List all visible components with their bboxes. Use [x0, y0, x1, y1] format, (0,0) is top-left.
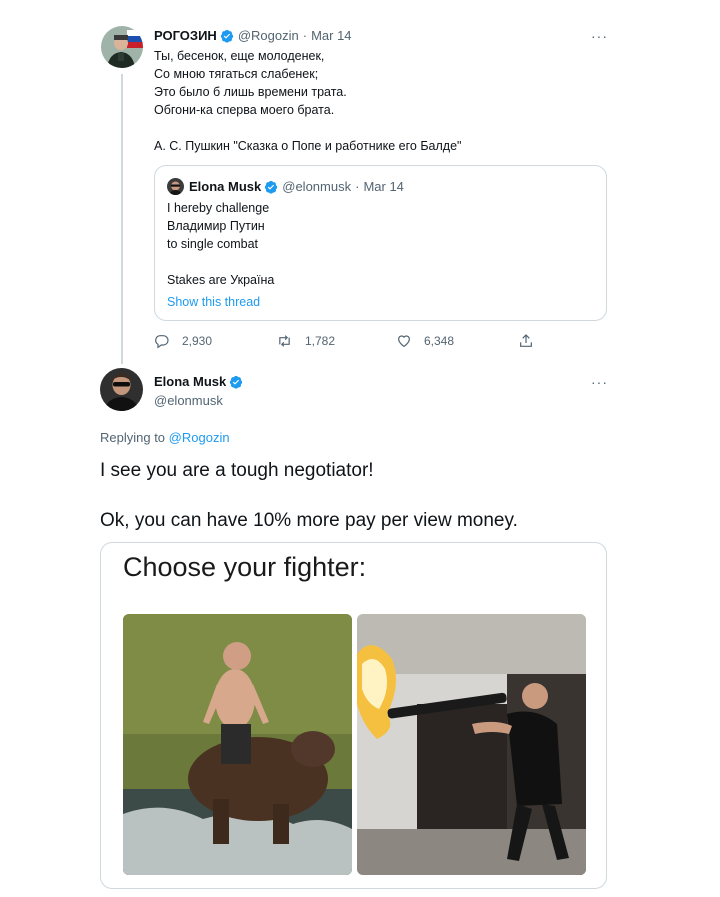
tweet-date[interactable]: Mar 14: [311, 28, 351, 43]
quoted-stakes: Stakes are Україна: [167, 273, 275, 287]
quoted-tweet-text: I hereby challenge Владимир Путин to sin…: [167, 199, 274, 311]
reply-icon: [155, 335, 169, 349]
like-count: 6,348: [424, 334, 455, 348]
reply-count: 2,930: [182, 334, 213, 348]
quoted-author-name: Elona Musk: [189, 179, 262, 194]
tweet1-header: РОГОЗИН @Rogozin · Mar 14: [154, 28, 352, 43]
tweet-line: I see you are a tough negotiator!: [100, 460, 374, 481]
author-handle[interactable]: @elonmusk: [154, 393, 223, 408]
more-dots-icon[interactable]: ···: [591, 374, 608, 390]
separator-dot: ·: [355, 179, 360, 194]
share-icon: [520, 334, 532, 347]
tweet1-text: Ты, бесенок, еще молоденек, Со мною тяга…: [154, 47, 461, 155]
poem-line: Со мною тягаться слабенек;: [154, 67, 319, 81]
thread-line: [121, 74, 123, 364]
author-handle[interactable]: @Rogozin: [238, 28, 299, 43]
poem-line: Ты, бесенок, еще молоденек,: [154, 49, 325, 63]
poem-line: Обгони-ка сперва моего брата.: [154, 103, 335, 117]
verified-badge-icon: [220, 29, 234, 43]
author-name[interactable]: РОГОЗИН: [154, 28, 217, 43]
elonmusk-avatar[interactable]: [100, 368, 143, 411]
tweet-line: Ok, you can have 10% more pay per view m…: [100, 510, 518, 531]
heart-icon: [398, 335, 410, 348]
verified-badge-icon: [229, 375, 243, 389]
reply-button[interactable]: 2,930: [154, 333, 212, 349]
quoted-tweet-header: Elona Musk @elonmusk · Mar 14: [167, 178, 404, 195]
replying-prefix: Replying to: [100, 430, 166, 445]
quoted-tweet[interactable]: Elona Musk @elonmusk · Mar 14 I hereby c…: [154, 165, 607, 321]
meme-title: Choose your fighter:: [123, 552, 367, 582]
separator-dot: ·: [302, 28, 308, 43]
share-button[interactable]: [518, 333, 546, 349]
quoted-author-handle: @elonmusk: [282, 179, 352, 194]
retweet-icon: [279, 335, 290, 347]
author-name[interactable]: Elona Musk: [154, 374, 226, 389]
tweet1-actions: 2,930 1,782 6,348: [154, 333, 554, 349]
replying-to: Replying to @Rogozin: [100, 430, 230, 445]
quoted-line: Владимир Путин: [167, 219, 265, 233]
poem-line: Это было б лишь времени трата.: [154, 85, 347, 99]
tweet2-header: Elona Musk: [154, 374, 243, 389]
quoted-tweet-date: Mar 14: [363, 179, 404, 194]
poem-attribution: А. С. Пушкин "Сказка о Попе и работнике …: [154, 139, 462, 153]
like-button[interactable]: 6,348: [396, 333, 454, 349]
more-dots-icon[interactable]: ···: [591, 28, 608, 44]
flamethrower-image: [357, 614, 586, 875]
verified-badge-icon: [264, 180, 278, 194]
replying-to-link[interactable]: @Rogozin: [169, 430, 230, 445]
bear-rider-image: [123, 614, 352, 875]
quoted-line: I hereby challenge: [167, 201, 270, 215]
retweet-count: 1,782: [305, 334, 336, 348]
elonmusk-quote-avatar: [167, 178, 184, 195]
show-thread-link[interactable]: Show this thread: [167, 293, 274, 311]
retweet-button[interactable]: 1,782: [276, 333, 335, 349]
tweet-media[interactable]: Choose your fighter:: [100, 542, 607, 889]
tweet2-text: I see you are a tough negotiator! Ok, yo…: [100, 458, 518, 534]
quoted-line: to single combat: [167, 237, 259, 251]
rogozin-avatar[interactable]: [101, 26, 143, 68]
